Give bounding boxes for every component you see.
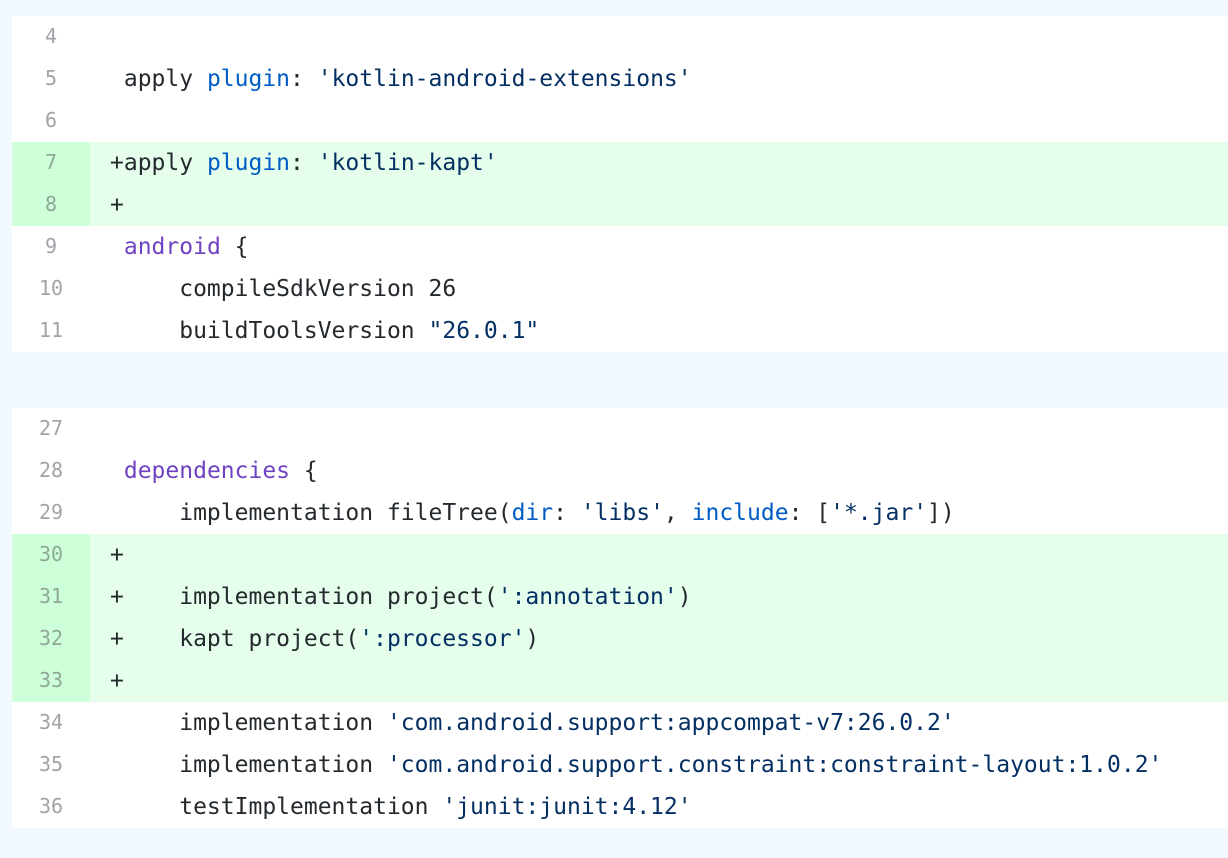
code-token: +: [110, 192, 124, 218]
code-token: include: [691, 500, 789, 526]
line-number[interactable]: 29: [12, 492, 90, 534]
line-number[interactable]: 5: [12, 58, 90, 100]
diff-line-context: 28 dependencies {: [12, 450, 1228, 492]
diff-line-context: 9 android {: [12, 226, 1228, 268]
diff-line-context: 10 compileSdkVersion 26: [12, 268, 1228, 310]
code-token: :: [553, 500, 581, 526]
code-token: '*.jar': [830, 500, 928, 526]
code-token: + implementation project(: [110, 584, 498, 610]
code-content: implementation 'com.android.support.cons…: [110, 744, 1162, 786]
diff-line-context: 6: [12, 100, 1228, 142]
code-token: apply: [110, 66, 207, 92]
diff-line-added: 8 +: [12, 184, 1228, 226]
diff-line-context: 11 buildToolsVersion "26.0.1": [12, 310, 1228, 352]
code-token: dependencies: [123, 458, 291, 484]
code-content: implementation 'com.android.support:appc…: [110, 702, 955, 744]
code-token: {: [290, 458, 318, 484]
code-token: plugin: [206, 66, 291, 92]
code-content: compileSdkVersion 26: [110, 268, 456, 310]
line-number[interactable]: 34: [12, 702, 90, 744]
code-token: 'com.android.support:appcompat-v7:26.0.2…: [386, 710, 955, 736]
code-token: + kapt project(: [110, 626, 360, 652]
diff-hunk: 45 apply plugin: 'kotlin-android-extensi…: [12, 16, 1228, 352]
line-number[interactable]: 27: [12, 408, 90, 450]
line-number[interactable]: 32: [12, 618, 90, 660]
diff-line-context: 35 implementation 'com.android.support.c…: [12, 744, 1228, 786]
diff-hunk: 27 28 dependencies {29 implementation fil…: [12, 408, 1228, 828]
code-content: implementation fileTree(dir: 'libs', inc…: [110, 492, 955, 534]
diff-line-added: 32 + kapt project(':processor'): [12, 618, 1228, 660]
code-token: dir: [511, 500, 554, 526]
line-number[interactable]: 30: [12, 534, 90, 576]
code-token: "26.0.1": [428, 318, 540, 344]
diff-line-context: 36 testImplementation 'junit:junit:4.12': [12, 786, 1228, 828]
code-token: +apply: [110, 150, 207, 176]
line-number[interactable]: 4: [12, 16, 90, 58]
code-content: +: [110, 660, 124, 702]
code-content: + implementation project(':annotation'): [110, 576, 692, 618]
code-content: apply plugin: 'kotlin-android-extensions…: [110, 58, 692, 100]
code-token: : [: [788, 500, 831, 526]
code-token: {: [220, 234, 249, 260]
code-token: 'kotlin-kapt': [317, 150, 498, 176]
line-number[interactable]: 11: [12, 310, 90, 352]
line-number[interactable]: 9: [12, 226, 90, 268]
diff-line-context: 5 apply plugin: 'kotlin-android-extensio…: [12, 58, 1228, 100]
code-token: android: [123, 234, 221, 260]
code-token: plugin: [206, 150, 291, 176]
diff-line-added: 7 +apply plugin: 'kotlin-kapt': [12, 142, 1228, 184]
code-token: 'libs': [580, 500, 664, 526]
code-token: :: [290, 66, 318, 92]
code-token: compileSdkVersion 26: [110, 276, 457, 302]
diff-line-added: 30 +: [12, 534, 1228, 576]
line-number[interactable]: 8: [12, 184, 90, 226]
code-content: dependencies {: [110, 450, 318, 492]
code-token: implementation: [110, 710, 387, 736]
diff-line-added: 31 + implementation project(':annotation'…: [12, 576, 1228, 618]
code-content: +apply plugin: 'kotlin-kapt': [110, 142, 498, 184]
code-token: 'kotlin-android-extensions': [317, 66, 692, 92]
code-token: ): [677, 584, 692, 610]
code-token: ,: [663, 500, 692, 526]
code-token: :: [290, 150, 318, 176]
code-token: +: [110, 542, 124, 568]
diff-line-added: 33 +: [12, 660, 1228, 702]
code-token: +: [110, 668, 124, 694]
diff-line-context: 29 implementation fileTree(dir: 'libs', …: [12, 492, 1228, 534]
diff-line-context: 34 implementation 'com.android.support:a…: [12, 702, 1228, 744]
diff-line-context: 27: [12, 408, 1228, 450]
code-content: +: [110, 534, 124, 576]
line-number[interactable]: 36: [12, 786, 90, 828]
line-number[interactable]: 33: [12, 660, 90, 702]
code-token: ): [525, 626, 540, 652]
line-number[interactable]: 35: [12, 744, 90, 786]
code-token: ':processor': [359, 626, 526, 652]
code-content: + kapt project(':processor'): [110, 618, 539, 660]
code-content: android {: [110, 226, 249, 268]
line-number[interactable]: 31: [12, 576, 90, 618]
code-content: +: [110, 184, 124, 226]
code-token: buildToolsVersion: [110, 318, 429, 344]
code-content: buildToolsVersion "26.0.1": [110, 310, 539, 352]
code-token: 'junit:junit:4.12': [442, 794, 692, 820]
code-token: 'com.android.support.constraint:constrai…: [386, 752, 1163, 778]
code-token: ]): [927, 500, 955, 526]
code-token: implementation: [110, 752, 387, 778]
diff-line-context: 4: [12, 16, 1228, 58]
line-number[interactable]: 28: [12, 450, 90, 492]
code-token: testImplementation: [110, 794, 443, 820]
line-number[interactable]: 10: [12, 268, 90, 310]
code-content: testImplementation 'junit:junit:4.12': [110, 786, 692, 828]
code-token: ':annotation': [497, 584, 678, 610]
line-number[interactable]: 6: [12, 100, 90, 142]
code-token: implementation fileTree(: [110, 500, 512, 526]
line-number[interactable]: 7: [12, 142, 90, 184]
